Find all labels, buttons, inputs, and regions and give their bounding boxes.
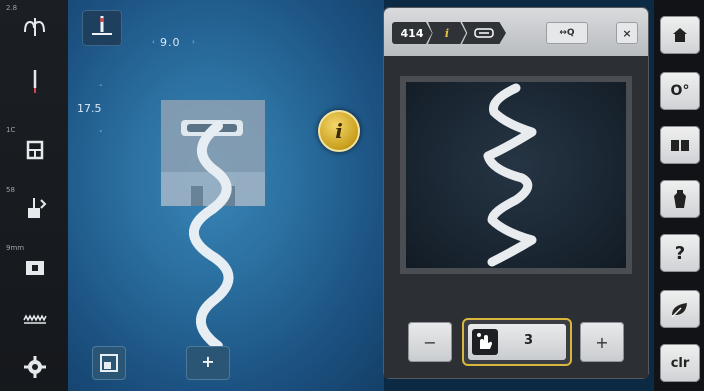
creative-consultant-icon: [674, 190, 686, 208]
eco-icon: [671, 303, 687, 318]
home-button[interactable]: [660, 16, 700, 54]
stitch-plate-icon: [26, 261, 44, 275]
close-button[interactable]: ×: [616, 22, 638, 44]
thread-tension-value: 2.8: [6, 4, 18, 12]
stitch-display-area: ‹ 9.0 › ˄ 17.5 ˅ i +: [68, 0, 384, 391]
stepper-value-box[interactable]: 3: [462, 318, 572, 366]
stepper-value-inner: 3: [468, 324, 566, 360]
needle-selection-button[interactable]: [0, 54, 68, 106]
needle-position-icon: [92, 16, 112, 35]
eco-button[interactable]: [660, 290, 700, 328]
breadcrumb-stitch-number[interactable]: 414: [392, 22, 432, 44]
stitch-width-value[interactable]: 9.0: [160, 36, 181, 49]
zoom-button[interactable]: ↔Q: [546, 22, 588, 44]
needle-position-button[interactable]: [82, 10, 122, 46]
add-stitch-button[interactable]: +: [186, 346, 230, 380]
stepper-value: 3: [524, 333, 534, 348]
info-button[interactable]: i: [318, 110, 360, 152]
plus-icon: +: [201, 352, 215, 371]
window-icon: [100, 354, 118, 372]
split-screen-button[interactable]: [92, 346, 126, 380]
stitch-preview-frame: [400, 76, 632, 274]
stitch-plate-button[interactable]: 9mm: [0, 240, 68, 292]
breadcrumb-stitch-icon[interactable]: [462, 22, 506, 44]
length-bottom-marker: ˅: [99, 130, 103, 138]
stitch-preview-pattern: [483, 83, 537, 267]
settings-gear-icon: [24, 356, 46, 378]
presser-foot-button[interactable]: 1C: [0, 122, 68, 174]
feed-dog-button[interactable]: [0, 292, 68, 344]
width-right-marker: ›: [192, 38, 195, 46]
stitch-sewn-graphic: [188, 121, 234, 350]
presser-foot-pressure-icon: [28, 198, 47, 218]
presser-foot-pressure-value: 58: [6, 186, 15, 194]
stitch-info-panel: 414 i ↔Q × − 3 +: [384, 8, 648, 378]
setup-icon: O°: [670, 83, 690, 99]
clear-button[interactable]: clr: [660, 344, 700, 382]
stitch-preview: [406, 82, 626, 268]
thread-tension-icon: [24, 18, 45, 36]
needle-icon: [33, 70, 37, 93]
thread-tension-button[interactable]: 2.8: [0, 0, 68, 52]
help-button[interactable]: ?: [660, 234, 700, 272]
breadcrumb-info[interactable]: i: [428, 22, 466, 44]
presser-foot-icon: [26, 140, 44, 160]
left-sidebar: 2.8 1C 58 9mm: [0, 0, 68, 391]
setup-button[interactable]: O°: [660, 72, 700, 110]
panel-body: − 3 +: [384, 56, 648, 378]
width-left-marker: ‹: [152, 38, 155, 46]
stitch-plate-value: 9mm: [6, 244, 25, 252]
home-icon: [673, 28, 687, 42]
presser-foot-value: 1C: [6, 126, 16, 134]
stitch-length-value[interactable]: 17.5: [77, 102, 102, 115]
tutorial-button[interactable]: [660, 126, 700, 164]
increase-button[interactable]: +: [580, 322, 624, 362]
help-icon: ?: [674, 242, 686, 264]
feed-dog-icon: [23, 314, 47, 324]
settings-button[interactable]: [0, 340, 68, 391]
stitch-sample-icon: [474, 28, 494, 38]
sewing-machine-screen: 2.8 1C 58 9mm ‹ 9.0 › ˄ 17.5 ˅ i + 414 i…: [0, 0, 704, 391]
length-top-marker: ˄: [99, 84, 103, 92]
panel-header: 414 i ↔Q ×: [384, 8, 648, 56]
hand-touch-icon: [472, 329, 498, 355]
tutorial-icon: [671, 140, 689, 151]
presser-foot-pressure-button[interactable]: 58: [0, 182, 68, 234]
info-button-label: i: [335, 119, 343, 143]
stepper-area: − 3 +: [384, 306, 648, 378]
right-sidebar: O° ? clr: [654, 0, 704, 391]
decrease-button[interactable]: −: [408, 322, 452, 362]
clear-label: clr: [670, 355, 690, 371]
creative-consultant-button[interactable]: [660, 180, 700, 218]
